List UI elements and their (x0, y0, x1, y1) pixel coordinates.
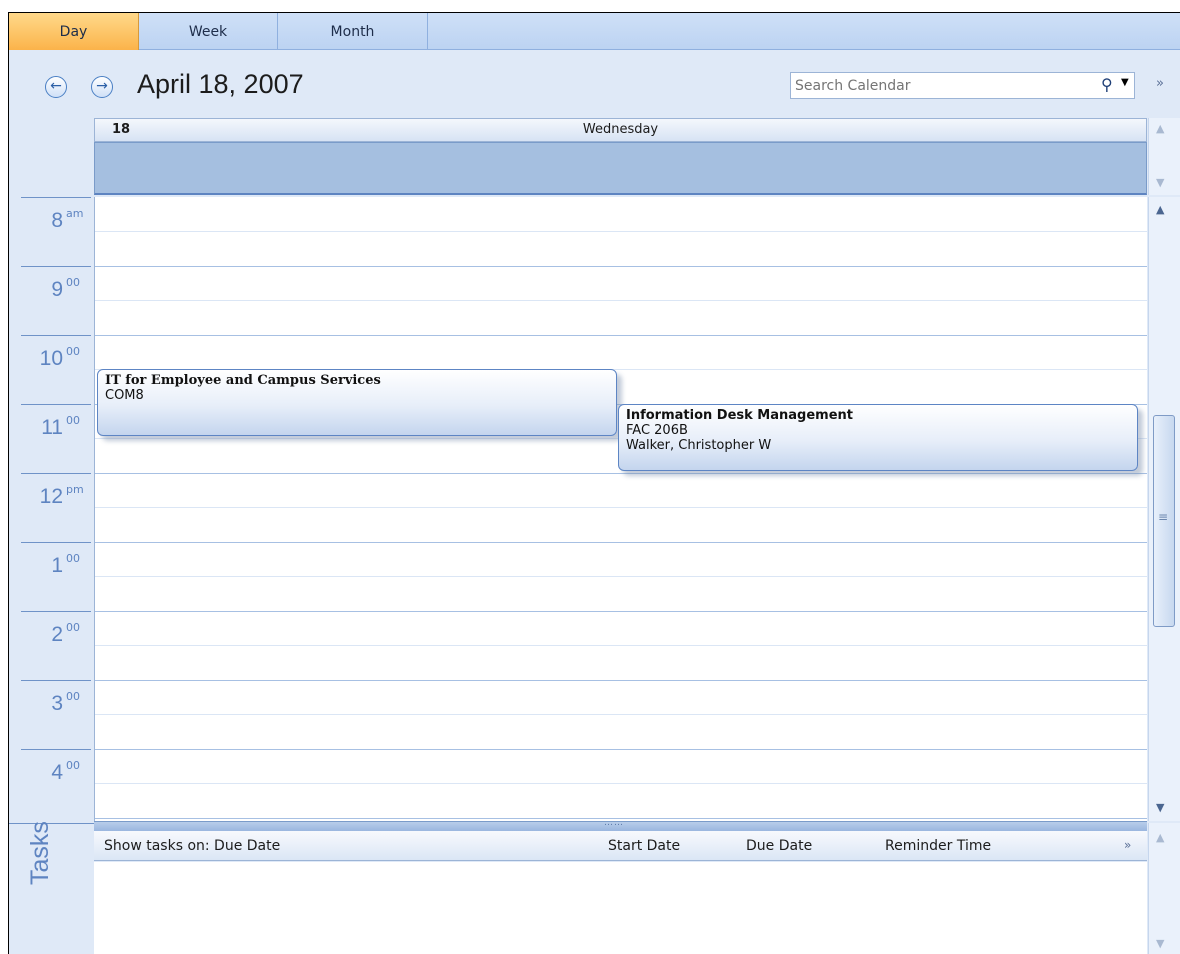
hour-slot: 11 00 (9, 404, 94, 473)
scroll-up-icon[interactable]: ▲ (1156, 203, 1164, 216)
hour-slot: 1 00 (9, 542, 94, 611)
hour-label: 3 (51, 692, 63, 715)
tasks-label: Tasks (26, 821, 54, 885)
hour-slot: 10 00 (9, 335, 94, 404)
appointment-location: FAC 206B (626, 423, 688, 438)
column-reminder-time[interactable]: Reminder Time (885, 838, 991, 854)
search-options-dropdown-icon[interactable]: ▼ (1121, 77, 1129, 88)
tab-week[interactable]: Week (139, 13, 278, 50)
day-time-grid[interactable]: IT for Employee and Campus Services COM8… (94, 197, 1147, 821)
time-ruler: 8 am 9 00 10 00 11 00 12 pm 1 00 2 00 3 00 4 00 (9, 197, 94, 821)
hour-suffix: 00 (66, 552, 80, 565)
hour-label: 4 (51, 761, 63, 784)
hour-label: 1 (51, 554, 63, 577)
hour-suffix: 00 (66, 345, 80, 358)
hour-slot: 3 00 (9, 680, 94, 749)
date-title: April 18, 2007 (137, 69, 304, 99)
forward-arrow-icon[interactable]: → (91, 76, 113, 98)
search-input[interactable] (795, 76, 1075, 95)
day-header: 18 Wednesday (94, 118, 1147, 142)
appointment-organizer: Walker, Christopher W (626, 438, 772, 453)
view-tabbar: Day Week Month (9, 13, 1180, 50)
search-icon[interactable]: ⚲ (1101, 75, 1113, 94)
scroll-down-icon[interactable]: ▼ (1156, 176, 1164, 189)
hour-suffix: 00 (66, 759, 80, 772)
tasks-list[interactable] (94, 862, 1147, 954)
appointment[interactable]: IT for Employee and Campus Services COM8 (97, 369, 617, 436)
hour-label: 9 (51, 278, 63, 301)
grip-icon: ≡ (1158, 510, 1169, 524)
scroll-down-icon[interactable]: ▼ (1156, 937, 1164, 950)
hour-slot: 12 pm (9, 473, 94, 542)
all-day-events-area[interactable] (94, 142, 1147, 195)
hour-suffix: 00 (66, 690, 80, 703)
hour-suffix: 00 (66, 621, 80, 634)
hour-label: 10 (39, 347, 63, 370)
tab-month[interactable]: Month (278, 13, 428, 50)
double-chevron-down-icon[interactable]: » (1156, 76, 1164, 91)
hour-slot: 8 am (9, 197, 94, 266)
appointment-location: COM8 (105, 388, 144, 403)
appointment-title: Information Desk Management (626, 408, 853, 423)
column-start-date[interactable]: Start Date (608, 838, 680, 854)
scroll-down-icon[interactable]: ▼ (1156, 801, 1164, 814)
hour-suffix: 00 (66, 414, 80, 427)
hour-slot: 4 00 (9, 749, 94, 818)
show-tasks-on-label[interactable]: Show tasks on: Due Date (104, 838, 280, 854)
tasks-header: Show tasks on: Due Date Start Date Due D… (94, 831, 1147, 861)
scroll-up-icon[interactable]: ▲ (1156, 831, 1164, 844)
day-name: Wednesday (582, 122, 659, 137)
appointment[interactable]: Information Desk Management FAC 206B Wal… (618, 404, 1138, 471)
back-arrow-icon[interactable]: ← (45, 76, 67, 98)
hour-slot: 2 00 (9, 611, 94, 680)
appointment-title: IT for Employee and Campus Services (105, 373, 381, 388)
tasks-splitter[interactable]: …… (94, 818, 1147, 831)
double-chevron-down-icon[interactable]: » (1124, 838, 1131, 852)
calendar-window: Day Week Month ← → April 18, 2007 ⚲ ▼ » … (8, 12, 1180, 954)
tasks-scrollbar[interactable]: ▲ ▼ (1148, 823, 1180, 954)
hour-label: 8 (51, 209, 63, 232)
scroll-up-icon[interactable]: ▲ (1156, 122, 1164, 135)
hour-label: 12 (39, 485, 63, 508)
hour-label: 2 (51, 623, 63, 646)
hour-label: 11 (41, 416, 63, 439)
hour-slot: 9 00 (9, 266, 94, 335)
grip-icon: …… (604, 818, 624, 828)
all-day-scrollbar[interactable]: ▲ ▼ (1148, 118, 1180, 195)
time-grid-scrollbar[interactable]: ▲ ≡ ▼ (1148, 197, 1180, 821)
hour-suffix: pm (66, 483, 84, 496)
tab-day[interactable]: Day (9, 13, 139, 50)
search-box[interactable]: ⚲ ▼ (790, 72, 1135, 99)
hour-suffix: am (66, 207, 84, 220)
column-due-date[interactable]: Due Date (746, 838, 812, 854)
scrollbar-thumb[interactable]: ≡ (1153, 415, 1175, 627)
hour-suffix: 00 (66, 276, 80, 289)
